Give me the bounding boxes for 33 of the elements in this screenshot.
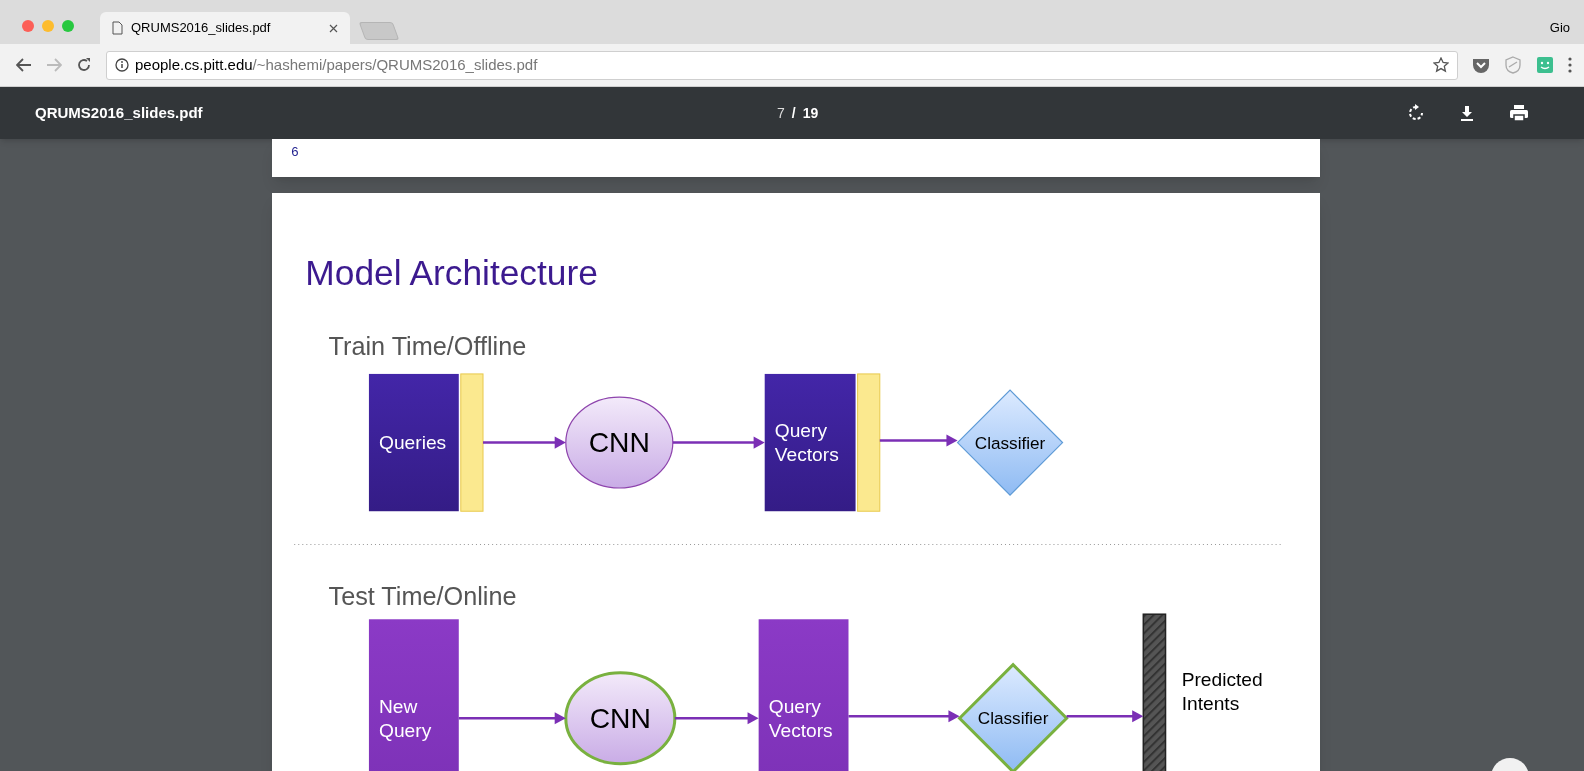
page-separator: / xyxy=(791,104,796,123)
node-label: Classifier xyxy=(977,708,1049,729)
node-label: Query Vectors xyxy=(774,420,839,466)
node-label: CNN xyxy=(588,426,650,459)
section-heading: Train Time/Offline xyxy=(328,331,527,360)
address-bar[interactable]: people.cs.pitt.edu/~hashemi/papers/QRUMS2016_slides.pdf xyxy=(106,50,1458,80)
node-label: New Query xyxy=(379,695,432,742)
url-text: people.cs.pitt.edu/~hashemi/papers/QRUMS2016_slides.pdf xyxy=(135,54,539,75)
close-tab-icon[interactable] xyxy=(329,23,338,33)
print-icon[interactable] xyxy=(1509,104,1529,122)
node-label: CNN xyxy=(589,702,651,735)
node-label: Queries xyxy=(379,432,447,454)
current-page-field[interactable]: 7 xyxy=(777,103,785,124)
output-label: Predicted Intents xyxy=(1181,668,1263,715)
page-number: 6 xyxy=(291,145,299,160)
section-heading: Test Time/Online xyxy=(328,582,517,611)
bookmark-star-icon[interactable] xyxy=(1433,57,1449,73)
node-label: Classifier xyxy=(974,432,1046,453)
download-icon[interactable] xyxy=(1459,105,1475,121)
node-label: Query Vectors xyxy=(768,695,833,742)
profile-name[interactable]: Gio xyxy=(1549,18,1570,38)
tab-title: QRUMS2016_slides.pdf xyxy=(131,19,272,38)
document-icon xyxy=(112,21,123,35)
menu-icon[interactable] xyxy=(1568,57,1572,73)
back-icon[interactable] xyxy=(16,58,32,72)
total-pages: 19 xyxy=(802,104,819,123)
pocket-icon[interactable] xyxy=(1472,57,1490,73)
pdf-title: QRUMS2016_slides.pdf xyxy=(35,102,203,123)
info-icon[interactable] xyxy=(115,58,129,72)
rotate-icon[interactable] xyxy=(1407,104,1425,122)
reload-icon[interactable] xyxy=(76,57,92,73)
slide-title: Model Architecture xyxy=(305,253,598,293)
browser-tab[interactable]: QRUMS2016_slides.pdf xyxy=(100,12,350,44)
